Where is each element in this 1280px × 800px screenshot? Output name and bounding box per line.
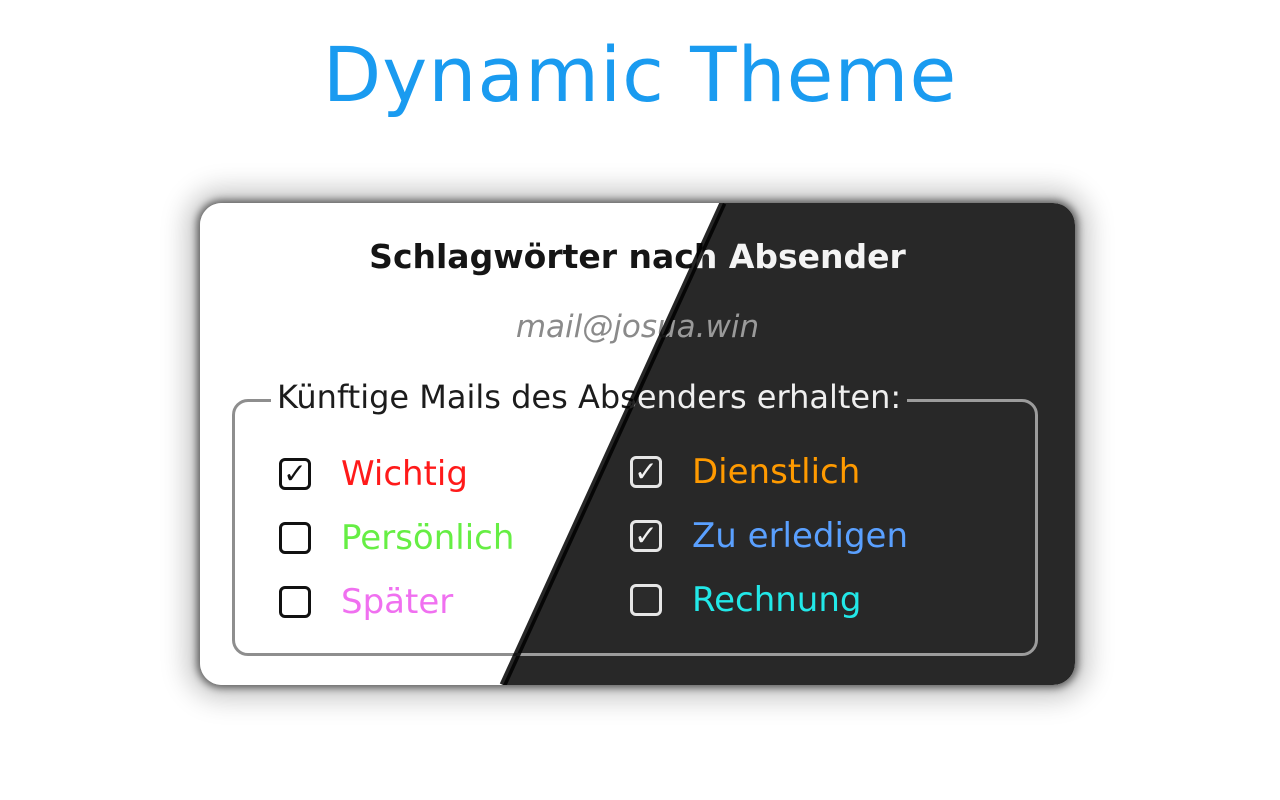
check-icon: ✓ xyxy=(634,455,658,488)
checkbox-spaeter[interactable] xyxy=(279,586,311,618)
checkbox-wichtig[interactable]: ✓ xyxy=(279,458,311,490)
checkbox-zu-erledigen[interactable]: ✓ xyxy=(630,520,662,552)
checkbox-dienstlich[interactable]: ✓ xyxy=(630,456,662,488)
promo-page: Dynamic Theme Schlagwörter nach Absender… xyxy=(0,0,1280,800)
check-icon: ✓ xyxy=(634,519,658,552)
tag-label-zu-erledigen: Zu erledigen xyxy=(692,516,908,556)
tag-option-wichtig[interactable]: ✓ Wichtig xyxy=(279,454,468,494)
tag-option-zu-erledigen[interactable]: ✓ Zu erledigen xyxy=(630,516,908,556)
tag-label-wichtig: Wichtig xyxy=(341,454,468,494)
tag-option-spaeter[interactable]: Später xyxy=(279,582,453,622)
tag-label-spaeter: Später xyxy=(341,582,454,622)
tag-label-dienstlich: Dienstlich xyxy=(692,452,861,492)
tag-option-dienstlich[interactable]: ✓ Dienstlich xyxy=(630,452,860,492)
tag-label-persoenlich: Persönlich xyxy=(341,518,515,558)
check-icon: ✓ xyxy=(283,457,307,490)
tag-option-persoenlich[interactable]: Persönlich xyxy=(279,518,514,558)
checkbox-persoenlich[interactable] xyxy=(279,522,311,554)
page-headline: Dynamic Theme xyxy=(322,30,958,119)
tag-label-rechnung: Rechnung xyxy=(692,580,862,620)
checkbox-rechnung[interactable] xyxy=(630,584,662,616)
tag-option-rechnung[interactable]: Rechnung xyxy=(630,580,862,620)
tag-dialog-panel: Schlagwörter nach Absender mail@josua.wi… xyxy=(200,203,1075,685)
